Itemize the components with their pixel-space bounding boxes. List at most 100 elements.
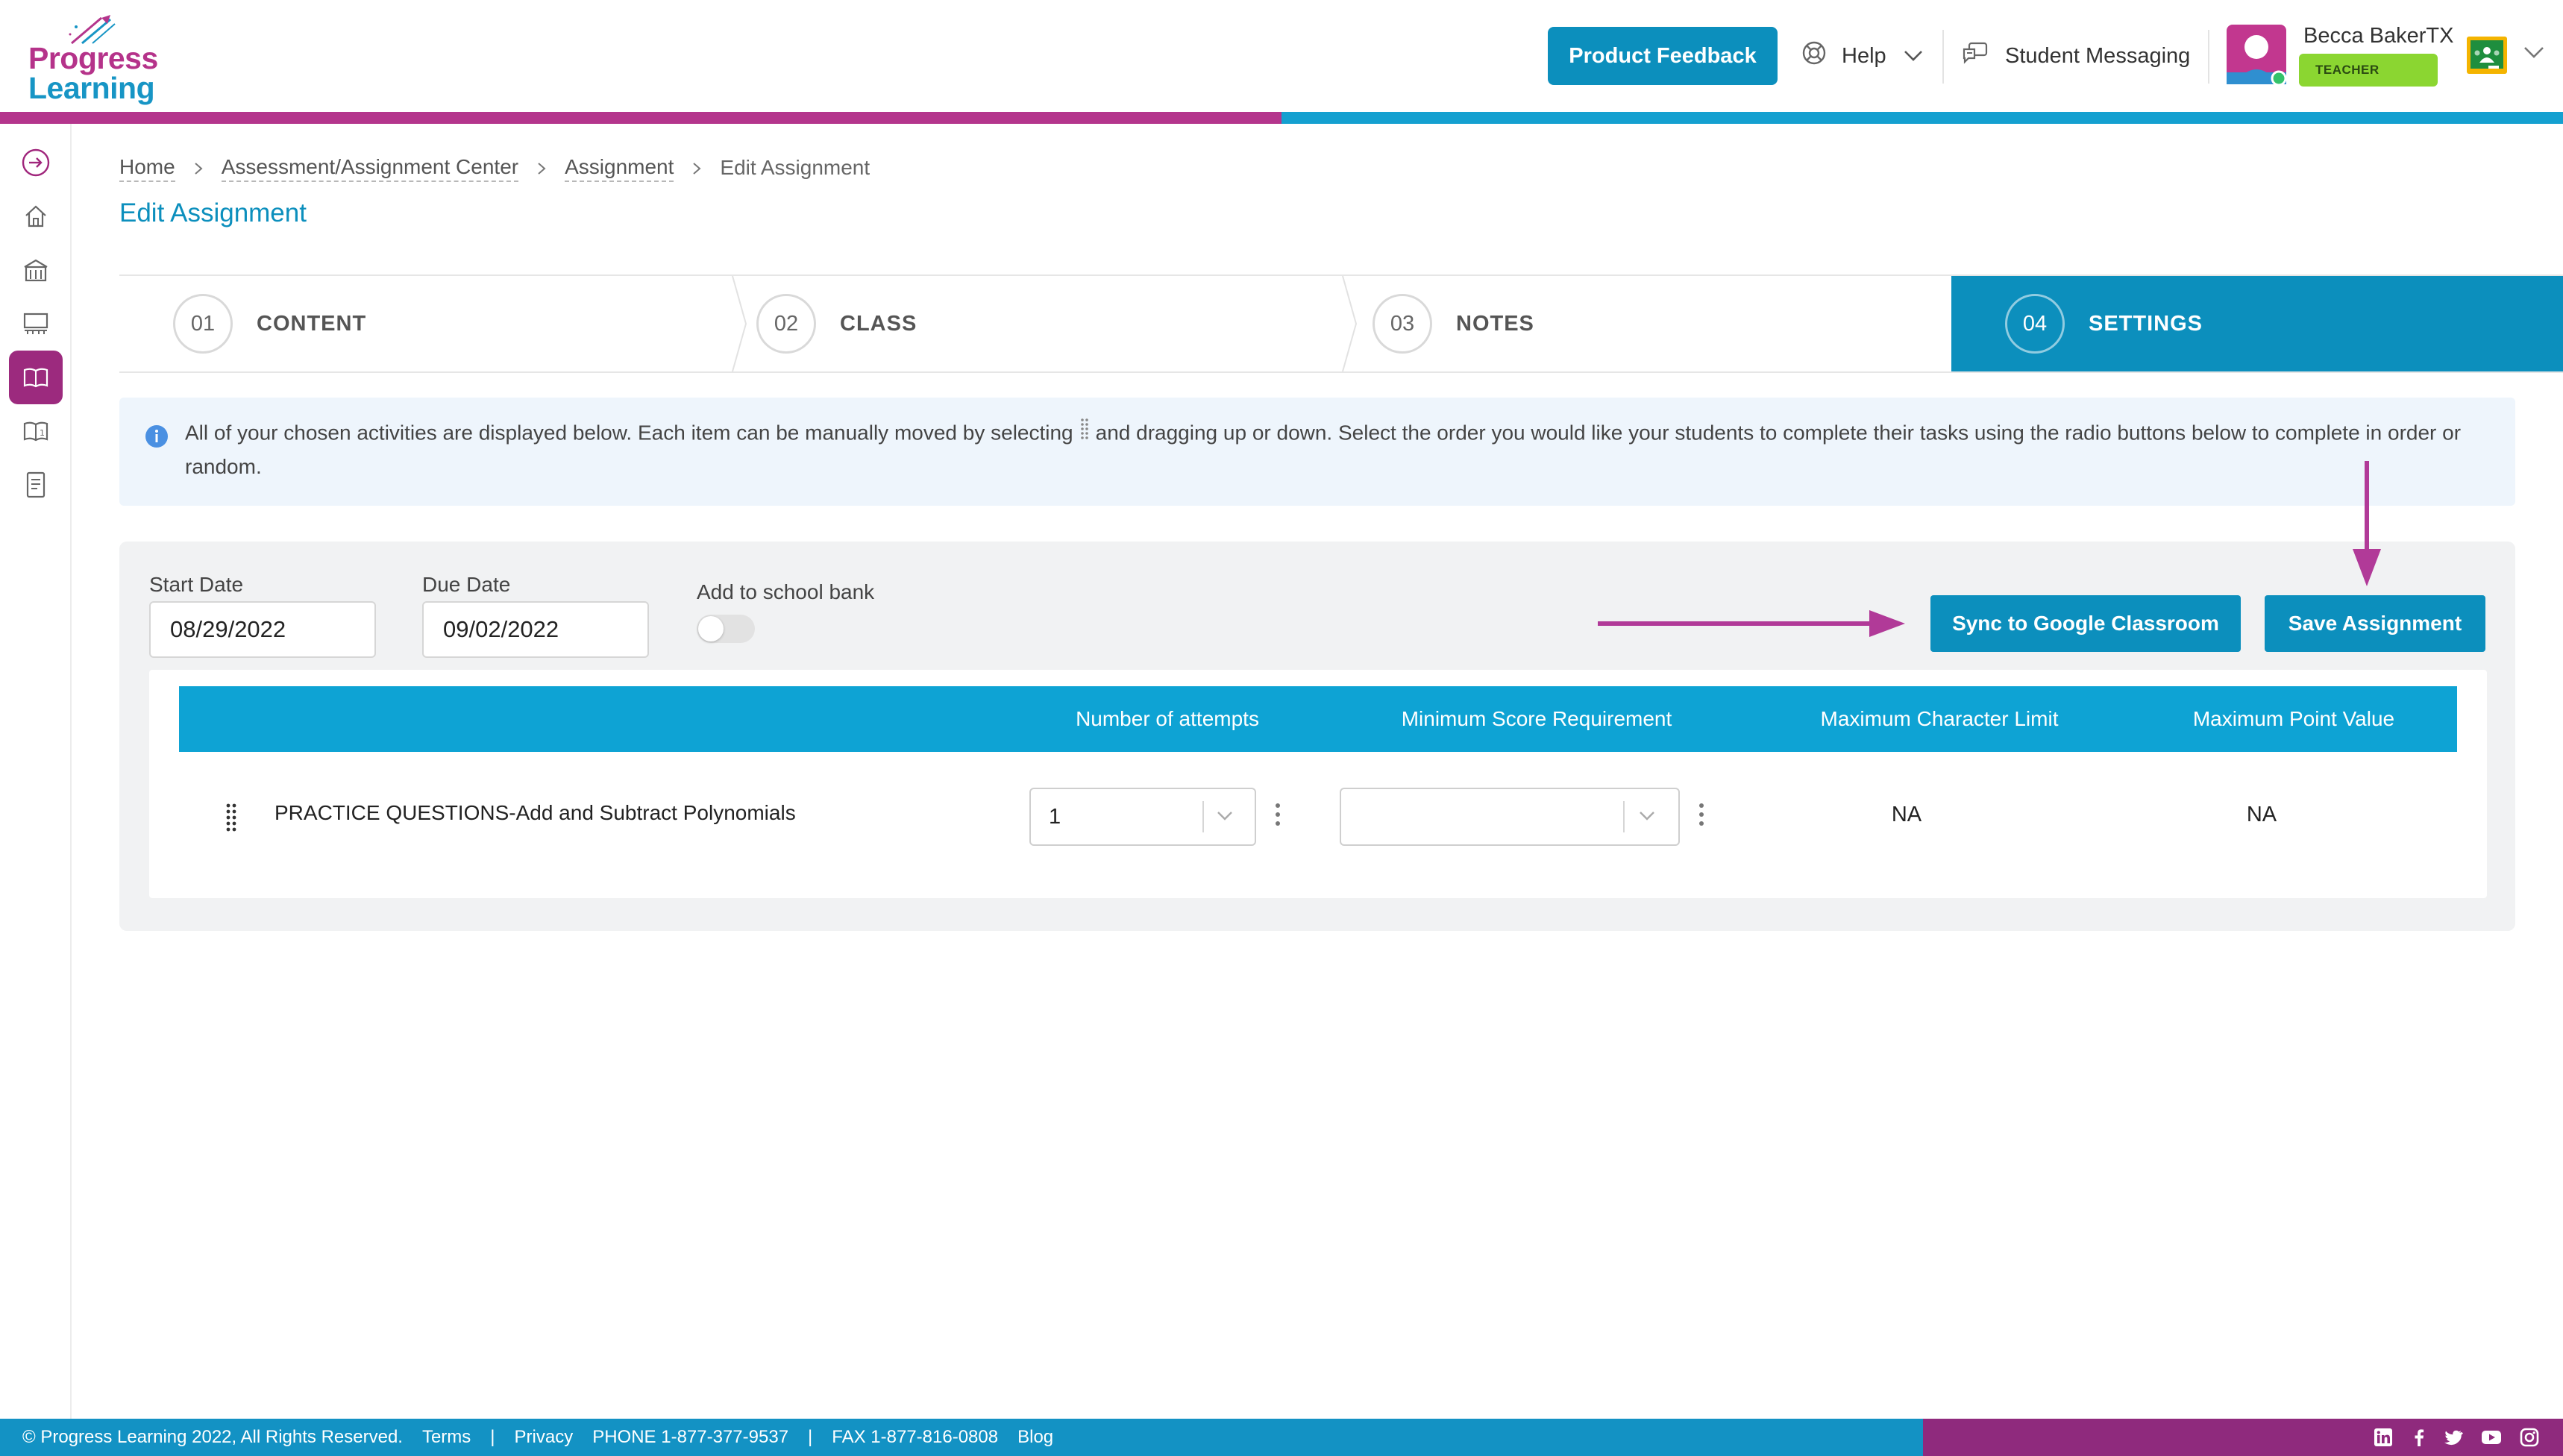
report-icon [26, 471, 46, 498]
chevron-right-icon [691, 161, 702, 176]
sync-google-classroom-button[interactable]: Sync to Google Classroom [1930, 595, 2241, 652]
max-char-limit-value: NA [1891, 803, 1922, 826]
step-notes[interactable]: 03 NOTES [1356, 276, 1953, 371]
breadcrumb-assessment-center[interactable]: Assessment/Assignment Center [221, 155, 519, 182]
page-title: Edit Assignment [119, 198, 307, 228]
chevron-right-icon [193, 161, 204, 176]
select-divider [1202, 801, 1204, 832]
step-class[interactable]: 02 CLASS [746, 276, 1343, 371]
progress-learning-logo[interactable]: Progress Learning [27, 13, 161, 105]
instagram-icon[interactable] [2520, 1428, 2539, 1447]
google-classroom-icon[interactable] [2466, 36, 2508, 75]
user-avatar[interactable] [2227, 25, 2287, 87]
table-header: Number of attempts Minimum Score Require… [179, 686, 2457, 752]
step-number: 03 [1373, 294, 1432, 354]
footer-links: © Progress Learning 2022, All Rights Res… [22, 1419, 1073, 1456]
breadcrumb-current: Edit Assignment [720, 156, 870, 179]
school-bank-toggle[interactable] [697, 615, 755, 643]
sidebar-item-assignments[interactable] [9, 351, 63, 404]
header-stripe-blue [1282, 112, 2563, 124]
start-date-label: Start Date [149, 573, 244, 596]
user-name[interactable]: Becca BakerTX [2303, 24, 2453, 48]
step-content[interactable]: 01 CONTENT [119, 276, 732, 371]
step-label: NOTES [1456, 311, 1534, 336]
annotation-arrow-down [2353, 461, 2381, 586]
activities-table: Number of attempts Minimum Score Require… [149, 670, 2487, 898]
column-header-min-score: Minimum Score Requirement [1401, 707, 1672, 730]
sidebar-item-gradebook[interactable]: 1 [9, 404, 63, 458]
sidebar-item-reports[interactable] [9, 458, 63, 512]
step-label: CONTENT [257, 311, 367, 336]
youtube-icon[interactable] [2481, 1428, 2502, 1447]
breadcrumb-assignment[interactable]: Assignment [565, 155, 674, 182]
info-banner: All of your chosen activities are displa… [119, 398, 2515, 506]
chevron-down-icon [1640, 812, 1654, 820]
linkedin-icon[interactable] [2374, 1428, 2393, 1447]
info-text: All of your chosen activities are displa… [185, 417, 2482, 483]
step-label: CLASS [840, 311, 917, 336]
footer-privacy-link[interactable]: Privacy [515, 1419, 574, 1456]
select-divider [1623, 801, 1625, 832]
footer-terms-link[interactable]: Terms [422, 1419, 471, 1456]
school-building-icon [24, 259, 48, 282]
sidebar-item-home[interactable] [9, 189, 63, 243]
logo-text-learning: Learning [28, 71, 155, 105]
footer-blog-link[interactable]: Blog [1017, 1419, 1053, 1456]
facebook-icon[interactable] [2409, 1428, 2429, 1447]
column-header-max-point: Maximum Point Value [2192, 707, 2395, 730]
due-date-label: Due Date [422, 573, 511, 596]
student-messaging-link[interactable]: Student Messaging [1962, 37, 2190, 75]
footer: © Progress Learning 2022, All Rights Res… [0, 1419, 2563, 1456]
role-badge: TEACHER [2299, 54, 2438, 87]
step-label: SETTINGS [2089, 311, 2203, 336]
step-number: 04 [2005, 294, 2065, 354]
svg-text:1: 1 [40, 428, 45, 438]
footer-divider: | [808, 1427, 813, 1447]
header-divider [1942, 30, 1944, 84]
footer-fax: FAX 1-877-816-0808 [832, 1427, 999, 1447]
min-score-more-icon[interactable] [1696, 800, 1707, 829]
column-header-attempts: Number of attempts [1076, 707, 1259, 730]
annotation-arrow-right [1598, 610, 1905, 637]
assignment-settings-card: Start Date 08/29/2022 Due Date 09/02/202… [119, 542, 2515, 931]
min-score-select[interactable] [1340, 788, 1680, 846]
help-label: Help [1842, 43, 1886, 68]
attempts-value: 1 [1049, 805, 1061, 829]
sidebar-item-classroom[interactable] [9, 297, 63, 351]
product-feedback-button[interactable]: Product Feedback [1548, 27, 1778, 85]
info-icon [145, 424, 169, 452]
top-header: Progress Learning Product Feedback Help … [0, 0, 2563, 112]
attempts-select[interactable]: 1 [1029, 788, 1256, 846]
account-chevron-down-icon[interactable] [2523, 45, 2545, 63]
drag-handle-icon[interactable] [225, 803, 237, 836]
student-messaging-label: Student Messaging [2005, 43, 2191, 68]
due-date-input[interactable]: 09/02/2022 [422, 601, 649, 658]
footer-social-band [1923, 1419, 2563, 1456]
save-assignment-button[interactable]: Save Assignment [2265, 595, 2485, 652]
twitter-icon[interactable] [2444, 1428, 2463, 1447]
header-stripe-purple [0, 112, 1282, 124]
toggle-knob [698, 616, 724, 641]
footer-phone: PHONE 1-877-377-9537 [592, 1427, 789, 1447]
start-date-input[interactable]: 08/29/2022 [149, 601, 376, 658]
sidebar-item-school[interactable] [9, 243, 63, 297]
left-sidebar: 1 [0, 124, 72, 1419]
chevron-down-icon [1903, 44, 1924, 69]
step-settings[interactable]: 04 SETTINGS [1951, 276, 2563, 371]
column-header-max-char: Maximum Character Limit [1820, 707, 2059, 730]
drag-handle-icon [1079, 417, 1090, 451]
sidebar-expand-button[interactable] [9, 136, 63, 189]
chevron-right-icon [536, 161, 547, 176]
max-point-value: NA [2246, 803, 2277, 826]
school-bank-label: Add to school bank [697, 580, 875, 603]
help-menu[interactable]: Help [1801, 37, 1924, 75]
footer-divider: | [490, 1427, 495, 1447]
expand-arrow-icon [22, 148, 50, 177]
chat-bubbles-icon [1962, 41, 1989, 71]
breadcrumb-home[interactable]: Home [119, 155, 175, 182]
chevron-down-icon [1217, 812, 1232, 820]
open-book-icon [23, 368, 48, 388]
logo-text-progress: Progress [28, 41, 158, 75]
attempts-more-icon[interactable] [1273, 800, 1283, 829]
classroom-icon [23, 313, 48, 334]
